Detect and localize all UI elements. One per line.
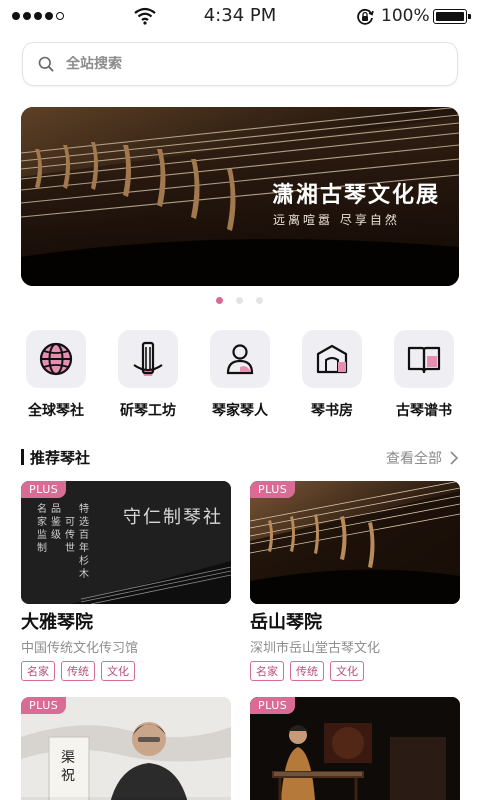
- battery-icon: [433, 9, 471, 24]
- tag: 文化: [330, 661, 364, 681]
- club-description: 深圳市岳山堂古琴文化: [250, 641, 381, 656]
- banner-title: 潇湘古琴文化展: [272, 182, 441, 208]
- image-vertical-text: 品鉴级: [51, 504, 61, 541]
- house-icon: [316, 344, 348, 374]
- plus-badge: PLUS: [21, 481, 67, 498]
- club-name: 岳山琴院: [250, 612, 322, 633]
- carousel-dot: [236, 297, 243, 304]
- club-tags: 名家 传统 文化: [250, 661, 460, 681]
- tag: 文化: [101, 661, 135, 681]
- club-tags: 名家 传统 文化: [21, 661, 231, 681]
- category-scores[interactable]: 古琴谱书: [378, 330, 470, 420]
- search-icon: [38, 56, 54, 72]
- club-image: PLUS: [250, 697, 460, 800]
- section-title: 推荐琴社: [30, 449, 91, 467]
- club-description: 中国传统文化传习馆: [21, 641, 139, 656]
- person-icon: [226, 344, 254, 375]
- image-scroll-text: 渠祝: [61, 750, 75, 784]
- carousel-dot-active: [216, 297, 223, 304]
- status-bar: 4:34 PM 100%: [0, 0, 480, 32]
- plus-badge: PLUS: [21, 697, 67, 714]
- carousel-dot: [256, 297, 263, 304]
- club-card[interactable]: PLUS 岳山琴院 深圳市岳山堂古琴文化 名家 传统 文化: [250, 481, 460, 681]
- battery-percent: 100%: [381, 6, 430, 26]
- club-name: 大雅琴院: [21, 612, 93, 633]
- category-label: 全球琴社: [28, 403, 84, 419]
- category-study[interactable]: 琴书房: [286, 330, 378, 420]
- image-vertical-text: 特选百年杉木: [79, 504, 89, 580]
- search-input[interactable]: [66, 56, 406, 72]
- view-all-label: 查看全部: [386, 451, 442, 467]
- guqin-workshop-icon: [133, 341, 163, 376]
- tag: 传统: [61, 661, 95, 681]
- banner-subtitle: 远离喧嚣 尽享自然: [273, 213, 400, 227]
- category-label: 琴家琴人: [212, 403, 268, 419]
- club-image: 守仁制琴社 名家监制 品鉴级 可传世 特选百年杉木 PLUS: [21, 481, 231, 604]
- club-card[interactable]: 守仁制琴社 名家监制 品鉴级 可传世 特选百年杉木 PLUS 大雅琴院 中国传统…: [21, 481, 231, 681]
- view-all-link[interactable]: 查看全部: [386, 448, 458, 468]
- category-musicians[interactable]: 琴家琴人: [194, 330, 286, 420]
- category-label: 琴书房: [311, 403, 353, 419]
- tag: 传统: [290, 661, 324, 681]
- tag: 名家: [250, 661, 284, 681]
- category-label: 斫琴工坊: [120, 403, 176, 419]
- book-icon: [407, 346, 441, 374]
- category-label: 古琴谱书: [396, 403, 452, 419]
- club-image: 渠祝 PLUS: [21, 697, 231, 800]
- banner-carousel[interactable]: 潇湘古琴文化展 远离喧嚣 尽享自然: [21, 107, 459, 286]
- carousel-indicator: [216, 297, 263, 304]
- category-workshop[interactable]: 斫琴工坊: [102, 330, 194, 420]
- plus-badge: PLUS: [250, 481, 296, 498]
- plus-badge: PLUS: [250, 697, 296, 714]
- globe-icon: [39, 342, 73, 376]
- rotation-lock-icon: [357, 8, 374, 25]
- image-brand-text: 守仁制琴社: [123, 507, 223, 528]
- club-card[interactable]: 渠祝 PLUS: [21, 697, 231, 800]
- section-marker: [21, 449, 24, 465]
- tag: 名家: [21, 661, 55, 681]
- chevron-right-icon: [450, 451, 458, 465]
- search-bar[interactable]: [22, 42, 458, 86]
- image-vertical-text: 名家监制: [37, 504, 47, 554]
- image-vertical-text: 可传世: [65, 517, 75, 554]
- club-card[interactable]: PLUS: [250, 697, 460, 800]
- category-global-clubs[interactable]: 全球琴社: [10, 330, 102, 420]
- club-image: PLUS: [250, 481, 460, 604]
